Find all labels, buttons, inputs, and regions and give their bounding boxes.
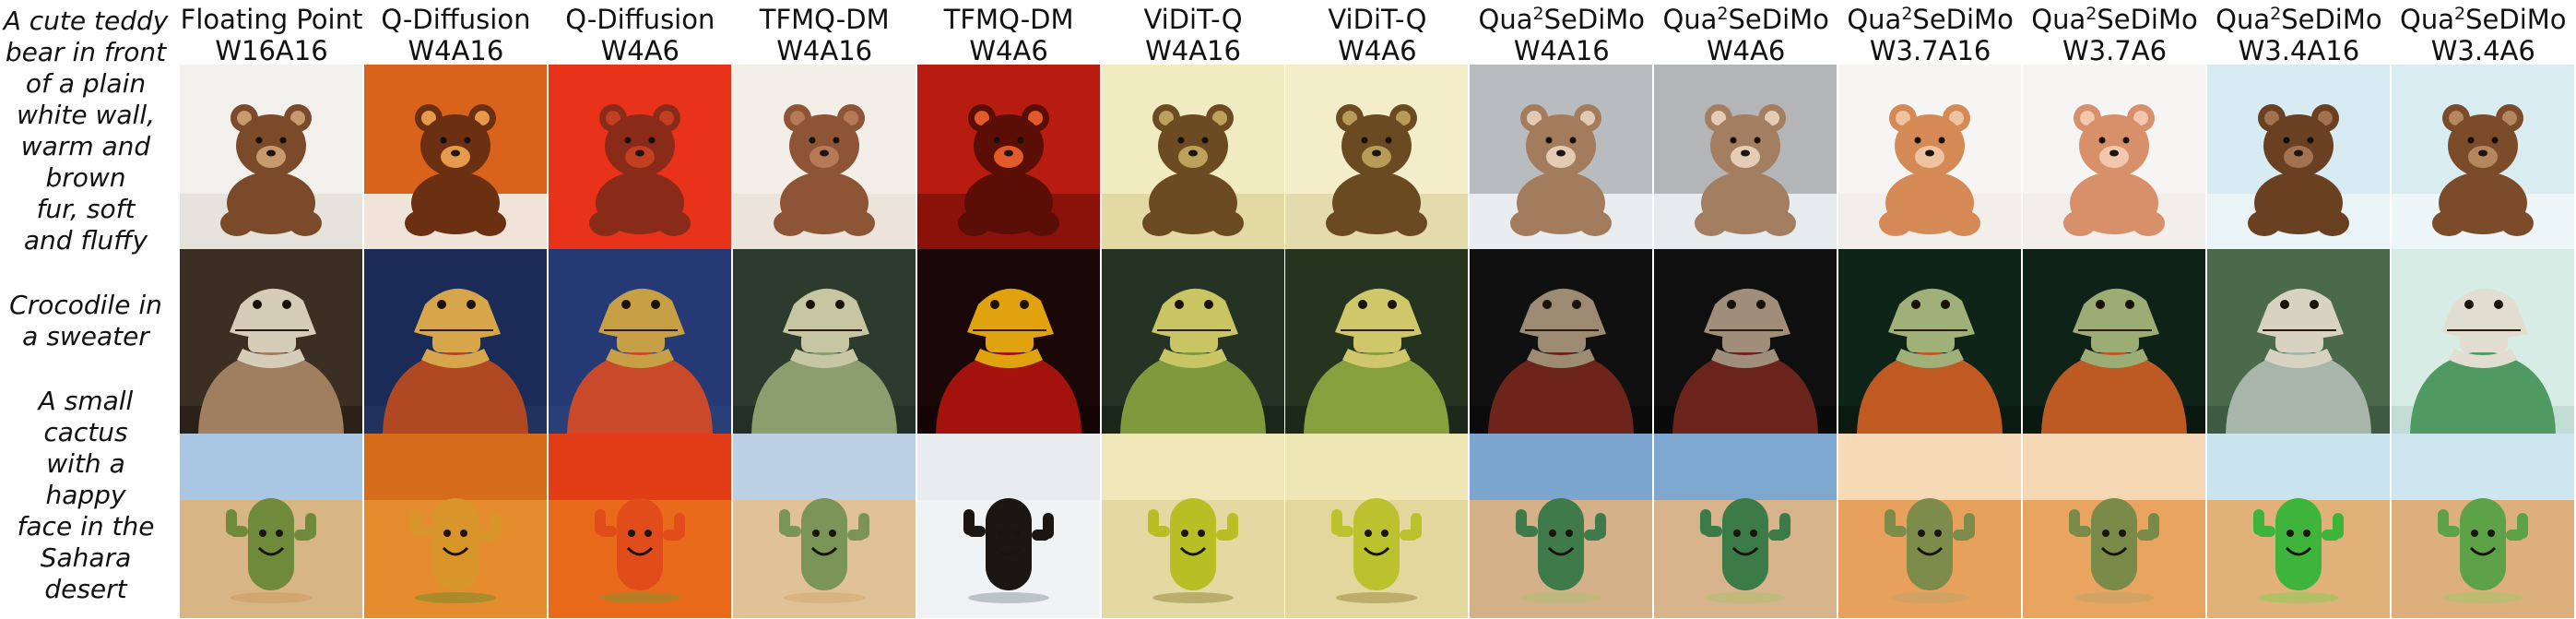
method-name: Qua2SeDiMo — [2216, 4, 2382, 35]
generated-image-teddy — [732, 65, 916, 249]
generated-image-crocodile — [916, 249, 1100, 434]
method-name: Qua2SeDiMo — [1847, 4, 2014, 35]
generated-image-crocodile — [363, 249, 547, 434]
generated-image-cactus — [1654, 434, 1837, 618]
column-header: ViDiT-Q W4A16 — [1102, 4, 1285, 66]
column-header: Floating Point W16A16 — [180, 4, 363, 66]
prompt-line: a sweater — [22, 321, 149, 351]
method-name: Qua2SeDiMo — [1662, 4, 1829, 35]
generated-image-teddy — [2206, 65, 2390, 249]
method-name: Qua2SeDiMo — [2400, 4, 2567, 35]
generated-image-crocodile — [2206, 249, 2390, 434]
generated-image-crocodile — [1470, 249, 1653, 434]
row-prompt-teddy: A cute teddy bear in front of a plain white… — [0, 6, 171, 256]
bit-config: W4A16 — [408, 35, 504, 66]
column-header: Qua2SeDiMo W4A16 — [1470, 4, 1653, 66]
row-prompt-crocodile: Crocodile in a sweater — [0, 290, 171, 352]
method-name: TFMQ-DM — [759, 4, 890, 35]
generated-image-crocodile — [1285, 249, 1469, 434]
bit-config: W4A16 — [776, 35, 873, 66]
generated-image-crocodile — [1654, 249, 1837, 434]
prompt-line: A cute teddy — [3, 6, 169, 36]
column-header: TFMQ-DM W4A6 — [917, 4, 1101, 66]
prompt-line: happy — [45, 480, 126, 510]
generated-image-teddy — [1838, 65, 2022, 249]
generated-image-teddy — [2391, 65, 2574, 249]
prompt-line: of a plain — [25, 68, 147, 99]
prompt-line: warm and — [20, 131, 151, 161]
generated-image-crocodile — [548, 249, 731, 434]
bit-config: W4A6 — [969, 35, 1048, 66]
prompt-line: bear in front — [5, 37, 167, 67]
generated-image-cactus — [2206, 434, 2390, 618]
method-name: Q-Diffusion — [565, 4, 715, 35]
generated-image-cactus — [363, 434, 547, 618]
column-header: Qua2SeDiMo W3.7A16 — [1838, 4, 2022, 66]
comparison-figure: Floating Point W16A16 Q-Diffusion W4A16 Q-Di… — [0, 0, 2576, 619]
generated-image-teddy — [1470, 65, 1653, 249]
column-header: Q-Diffusion W4A16 — [364, 4, 548, 66]
generated-image-cactus — [1101, 434, 1284, 618]
method-name: TFMQ-DM — [943, 4, 1074, 35]
method-name: Q-Diffusion — [381, 4, 531, 35]
column-header: ViDiT-Q W4A6 — [1285, 4, 1469, 66]
bit-config: W3.4A6 — [2430, 35, 2535, 66]
generated-image-teddy — [1101, 65, 1284, 249]
bit-config: W3.7A16 — [1869, 35, 1991, 66]
prompt-line: fur, soft — [36, 194, 136, 224]
prompt-line: and fluffy — [23, 225, 148, 256]
bit-config: W16A16 — [215, 35, 328, 66]
generated-image-crocodile — [2391, 249, 2574, 434]
generated-image-cactus — [2023, 434, 2205, 618]
row-prompt-cactus: A small cactus with a happy face in the Sahar… — [0, 386, 171, 605]
prompt-line: brown — [45, 162, 126, 193]
prompt-line: face in the — [17, 511, 155, 542]
method-name: Floating Point — [180, 4, 363, 35]
prompt-line: cactus — [43, 417, 128, 447]
prompt-line: Sahara — [40, 542, 132, 573]
generated-image-cactus — [2391, 434, 2574, 618]
bit-config: W4A16 — [1513, 35, 1610, 66]
prompt-line: with a — [46, 448, 125, 479]
generated-image-cactus — [548, 434, 731, 618]
method-name: Qua2SeDiMo — [2031, 4, 2198, 35]
generated-image-cactus — [1470, 434, 1653, 618]
method-name: ViDiT-Q — [1328, 4, 1427, 35]
bit-config: W4A6 — [1706, 35, 1786, 66]
generated-image-cactus — [180, 434, 362, 618]
generated-image-teddy — [2023, 65, 2205, 249]
generated-image-crocodile — [2023, 249, 2205, 434]
generated-image-teddy — [548, 65, 731, 249]
generated-image-crocodile — [1101, 249, 1284, 434]
generated-image-cactus — [732, 434, 916, 618]
generated-image-cactus — [1285, 434, 1469, 618]
prompt-line: Crocodile in — [9, 290, 162, 320]
column-header: Qua2SeDiMo W4A6 — [1654, 4, 1837, 66]
bit-config: W3.7A6 — [2062, 35, 2168, 66]
column-header: Qua2SeDiMo W3.7A6 — [2023, 4, 2206, 66]
generated-image-teddy — [916, 65, 1100, 249]
generated-image-crocodile — [732, 249, 916, 434]
generated-image-crocodile — [1838, 249, 2022, 434]
column-header: Qua2SeDiMo W3.4A16 — [2207, 4, 2391, 66]
generated-image-teddy — [363, 65, 547, 249]
method-name: ViDiT-Q — [1143, 4, 1243, 35]
generated-image-crocodile — [180, 249, 362, 434]
bit-config: W4A6 — [1338, 35, 1417, 66]
generated-image-teddy — [180, 65, 362, 249]
generated-image-cactus — [1838, 434, 2022, 618]
prompt-line: desert — [44, 574, 127, 604]
bit-config: W4A16 — [1145, 35, 1241, 66]
column-header: Q-Diffusion W4A6 — [549, 4, 732, 66]
column-header: Qua2SeDiMo W3.4A6 — [2392, 4, 2575, 66]
generated-image-teddy — [1654, 65, 1837, 249]
bit-config: W3.4A16 — [2238, 35, 2360, 66]
column-header: TFMQ-DM W4A16 — [733, 4, 916, 66]
generated-image-teddy — [1285, 65, 1469, 249]
generated-image-cactus — [916, 434, 1100, 618]
prompt-line: A small — [38, 386, 134, 416]
prompt-line: white wall, — [16, 100, 156, 130]
method-name: Qua2SeDiMo — [1478, 4, 1646, 35]
bit-config: W4A6 — [600, 35, 679, 66]
